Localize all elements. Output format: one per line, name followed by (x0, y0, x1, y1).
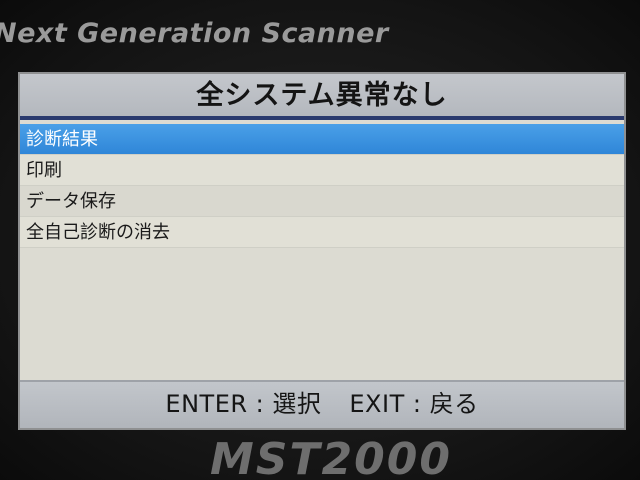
menu-item-diagnosis-results[interactable]: 診断結果 (20, 124, 624, 155)
menu-item-print[interactable]: 印刷 (20, 155, 624, 186)
menu-list: 診断結果 印刷 データ保存 全自己診断の消去 (20, 124, 624, 248)
menu-item-save-data[interactable]: データ保存 (20, 186, 624, 217)
enter-hint: ENTER : 選択 (165, 390, 322, 418)
footer-hint-bar: ENTER : 選択 EXIT : 戻る (20, 380, 624, 428)
lcd-screen: 全システム異常なし 診断結果 印刷 データ保存 全自己診断の消去 ENTER :… (18, 72, 626, 430)
title-bar: 全システム異常なし (20, 74, 624, 120)
exit-hint: EXIT : 戻る (349, 390, 479, 418)
brand-name-top: Next Generation Scanner (0, 18, 389, 49)
scanner-device: Next Generation Scanner 全システム異常なし 診断結果 印… (0, 0, 640, 480)
model-name-logo: MST2000 (210, 434, 452, 480)
screen-title: 全システム異常なし (196, 80, 448, 111)
menu-item-clear-all-diagnostics[interactable]: 全自己診断の消去 (20, 217, 624, 248)
